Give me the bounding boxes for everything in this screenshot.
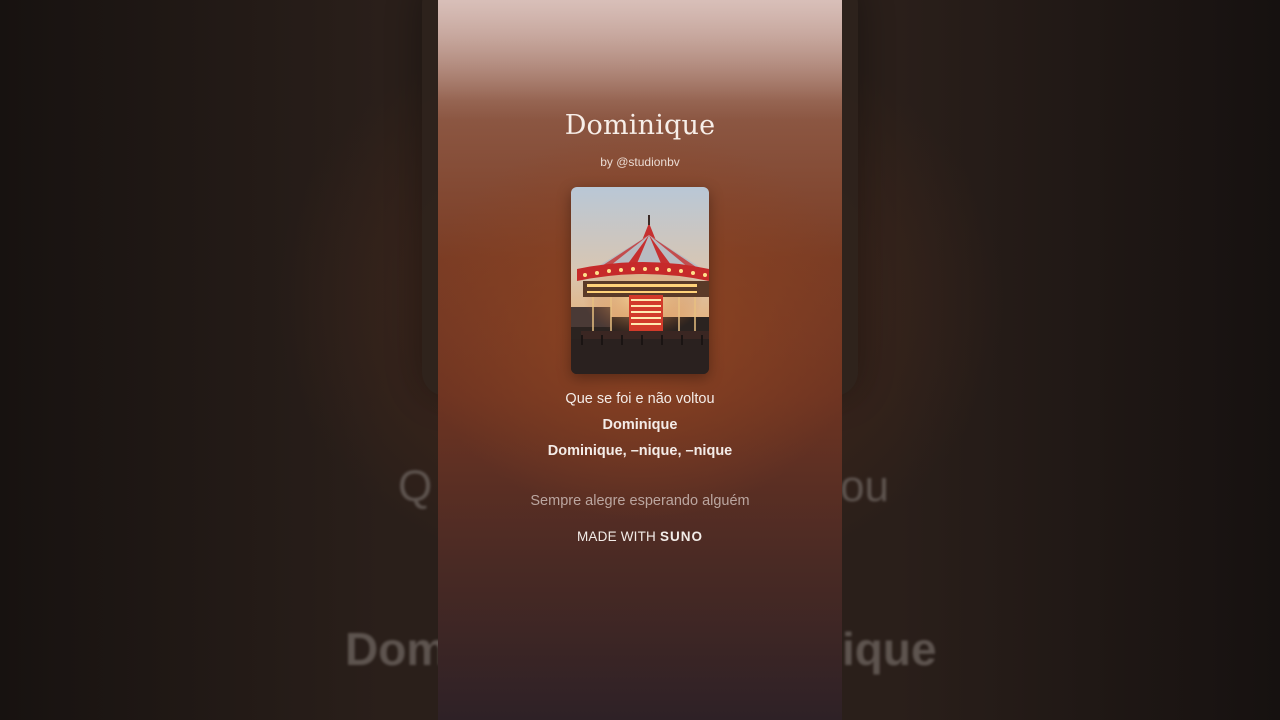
blurred-lyric-left-bold: Dom [345,623,448,675]
artist-byline[interactable]: by @studionbv [438,155,842,169]
lyric-current-line-1: Dominique [602,417,678,433]
lyric-current-line-2: Dominique, –nique, –nique [547,443,733,459]
suno-brand-logo: SUNO [660,529,704,544]
carousel-artwork-icon [571,187,709,374]
lyric-previous-line: Que se foi e não voltou [565,391,715,407]
blurred-lyric-right: ou [840,462,889,511]
blurred-lyric-right-bold: ique [842,623,937,675]
made-with-label: MADE WITH [576,529,657,544]
song-title: Dominique [564,110,716,141]
lyric-next-line: Sempre alegre esperando alguém [530,493,750,509]
made-with-credit: MADE WITH SUNO [438,529,842,544]
blurred-lyric-left: Q [398,462,433,511]
lyric-video-panel: Dominique by @studionbv Que se foi e não… [438,0,842,720]
cover-art [571,187,709,374]
